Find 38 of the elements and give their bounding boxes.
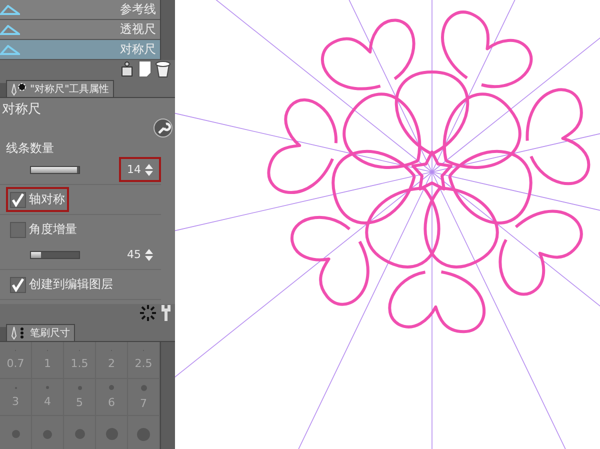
scrollbar[interactable] <box>160 342 175 449</box>
checkbox[interactable] <box>10 276 26 292</box>
trash-icon[interactable] <box>155 60 171 78</box>
scrollbar[interactable] <box>160 0 175 60</box>
setting-label: 角度增量 <box>29 221 77 238</box>
triangle-ruler-icon <box>0 4 20 14</box>
tool-name: 对称尺 <box>1 101 42 118</box>
checkbox-row[interactable]: 轴对称 <box>6 187 69 212</box>
brush-size-preset[interactable]: 4 <box>32 379 64 416</box>
wrench-icon[interactable] <box>153 118 173 138</box>
pen-gear-icon <box>11 82 27 96</box>
brush-size-preset[interactable]: 2 <box>96 342 128 379</box>
spin-arrows-icon[interactable] <box>145 248 153 260</box>
brush-size-preset[interactable]: 3 <box>0 379 32 416</box>
brush-size-tab[interactable]: 笔刷尺寸 <box>6 324 75 341</box>
ruler-list-item[interactable]: 透视尺 <box>0 20 160 40</box>
wrench-icon[interactable] <box>159 304 173 322</box>
number-spinner[interactable]: 14 <box>119 157 161 182</box>
triangle-ruler-icon <box>0 44 20 54</box>
spin-arrows-icon[interactable] <box>145 164 153 176</box>
checkbox-row[interactable]: 创建到编辑图层 <box>6 272 117 297</box>
checkbox[interactable] <box>10 222 26 238</box>
slider-track[interactable] <box>30 250 80 258</box>
brush-size-preset[interactable]: 0.7 <box>0 342 32 379</box>
brush-size-preset[interactable]: 1.5 <box>64 342 96 379</box>
ruler-list-item[interactable]: 对称尺 <box>0 40 160 60</box>
setting-label: 线条数量 <box>6 140 55 157</box>
number-spinner[interactable]: 45 <box>119 242 161 267</box>
brush-size-preset[interactable]: 5 <box>64 379 96 416</box>
triangle-ruler-icon <box>0 24 20 34</box>
checkbox[interactable] <box>10 192 26 208</box>
tool-property-tab[interactable]: "对称尺"工具属性 <box>6 80 114 97</box>
new-page-icon[interactable] <box>138 60 152 78</box>
brush-size-preset[interactable]: 1 <box>32 342 64 379</box>
spinner-icon[interactable] <box>139 304 157 322</box>
brush-size-preset[interactable]: 6 <box>96 379 128 416</box>
ruler-list-item[interactable]: 参考线 <box>0 0 160 20</box>
slider-track[interactable] <box>30 166 80 174</box>
